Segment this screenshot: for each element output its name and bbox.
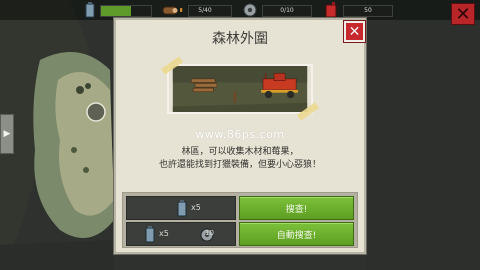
action-panel: x5 搜查! x5 10 自動搜查! — [122, 192, 358, 248]
search-cost-value: x5 — [191, 203, 201, 212]
parts-value: 0/10 — [280, 7, 294, 14]
chevron-right-icon: ▶ — [3, 129, 11, 139]
forest-scene-image — [167, 64, 313, 114]
search-cost: x5 — [126, 196, 236, 220]
search-button[interactable]: 搜查! — [239, 196, 354, 220]
description-line-1: 林區，可以收集木材和莓果， — [181, 147, 299, 157]
side-panel-toggle[interactable]: ▶ — [0, 114, 14, 154]
watermark-text: www.86ps.com — [195, 128, 285, 141]
fuel-value: 50 — [364, 7, 372, 14]
auto-search-cost: x5 10 — [126, 222, 236, 246]
close-icon: ✕ — [348, 23, 361, 40]
location-description: 林區，可以收集木材和莓果， 也許還能找到打獵裝備，但要小心惡狼！ — [116, 146, 364, 172]
resource-bar: 5/40 0/10 50 — [0, 0, 480, 20]
water-canister-icon — [177, 200, 187, 217]
dialog-title: 森林外圍 — [212, 31, 268, 47]
location-photo — [160, 56, 320, 121]
red-fuel-can-icon — [325, 2, 337, 18]
wood-marker-icon — [180, 8, 183, 12]
gear-icon — [243, 3, 257, 17]
map-location-pin-icon[interactable] — [86, 102, 106, 122]
auto-search-button[interactable]: 自動搜查! — [239, 222, 354, 246]
dialog-close-button[interactable]: ✕ — [344, 21, 365, 42]
close-icon: ✕ — [455, 3, 471, 25]
auto-cost-gear-value: 10 — [205, 229, 214, 237]
water-value — [100, 5, 152, 17]
description-line-2: 也許還能找到打獵裝備，但要小心惡狼！ — [158, 160, 321, 170]
location-dialog: 森林外圍 ✕ www.86ps.com 林區，可以收集木材和莓果， 也許還能找到… — [114, 18, 366, 254]
top-close-button[interactable]: ✕ — [451, 3, 475, 25]
wood-value: 5/40 — [198, 7, 212, 14]
auto-cost-canister-value: x5 — [159, 229, 169, 238]
wood-log-icon — [162, 6, 178, 15]
water-canister-icon — [85, 2, 95, 18]
water-canister-icon — [145, 226, 155, 243]
